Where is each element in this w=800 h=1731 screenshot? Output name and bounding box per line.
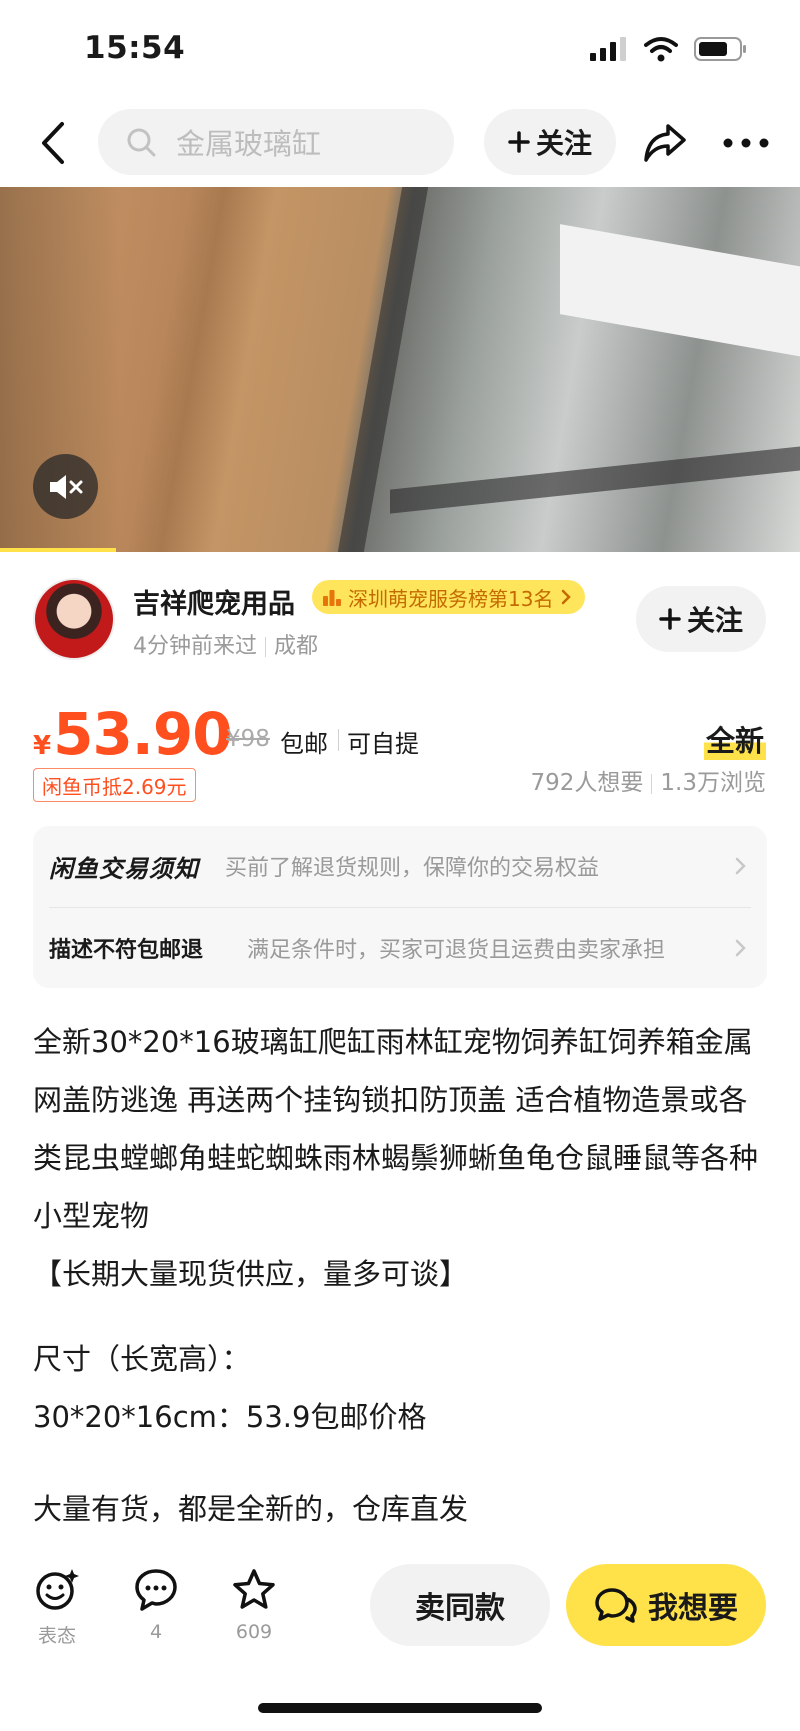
condition-label: 全新 — [703, 718, 766, 760]
more-icon[interactable] — [722, 130, 770, 156]
follow-seller-button[interactable]: 关注 — [636, 586, 766, 652]
free-shipping: 包邮 — [280, 730, 328, 758]
chevron-right-icon — [735, 857, 746, 875]
supply-note: 【长期大量现货供应，量多可谈】 — [33, 1257, 469, 1291]
seller-name[interactable]: 吉祥爬宠用品 — [133, 582, 295, 621]
follow-label: 关注 — [535, 127, 592, 160]
star-icon — [233, 1569, 275, 1609]
wifi-icon — [644, 37, 678, 62]
last-seen: 4分钟前来过 — [133, 634, 257, 659]
seller-location: 成都 — [274, 634, 319, 659]
back-icon[interactable] — [36, 118, 70, 168]
video-progress — [0, 548, 116, 552]
want-label: 我想要 — [648, 1591, 738, 1626]
comment-count: 4 — [149, 1621, 163, 1643]
want-button[interactable]: 我想要 — [566, 1564, 766, 1646]
search-icon — [127, 128, 156, 157]
mute-button[interactable] — [33, 454, 98, 519]
want-count: 792人想要 — [530, 770, 644, 796]
rank-badge[interactable]: 深圳萌宠服务榜第13名 — [312, 580, 586, 614]
emoji-icon — [36, 1569, 79, 1610]
chevron-right-icon — [735, 939, 746, 957]
self-pickup: 可自提 — [347, 730, 419, 758]
size-title: 尺寸（长宽高）： — [33, 1342, 251, 1376]
follow-button-top[interactable]: 关注 — [484, 109, 616, 175]
size-line: 30*20*16cm：53.9包邮价格 — [33, 1400, 427, 1434]
signal-icon — [590, 37, 626, 61]
trade-notice-box: 闲鱼交易须知 买前了解退货规则，保障你的交易权益 描述不符包邮退 满足条件时，买… — [33, 826, 767, 988]
bar-chart-icon — [323, 590, 341, 606]
current-price: ¥ 53.90 — [33, 700, 233, 768]
trade-notice-row[interactable]: 闲鱼交易须知 买前了解退货规则，保障你的交易权益 — [49, 826, 751, 906]
price-value: 53.90 — [53, 700, 232, 768]
view-count: 1.3万浏览 — [660, 770, 766, 796]
follow-seller-label: 关注 — [686, 604, 743, 637]
description-paragraph: 全新30*20*16玻璃缸爬缸雨林缸宠物饲养缸饲养箱金属网盖防逃逸 再送两个挂钩… — [33, 1025, 759, 1233]
plus-icon — [508, 131, 530, 153]
comment-icon — [135, 1569, 177, 1611]
status-icons — [590, 36, 748, 62]
chat-icon — [595, 1588, 637, 1623]
stock-note: 大量有货，都是全新的，仓库直发 — [33, 1492, 469, 1526]
seller-avatar[interactable] — [33, 578, 115, 660]
rank-badge-label: 深圳萌宠服务榜第13名 — [348, 586, 554, 611]
favorite-count: 609 — [235, 1621, 273, 1643]
original-price: ¥98 — [226, 726, 270, 752]
divider — [338, 729, 339, 751]
react-button[interactable]: 表态 — [22, 1567, 92, 1648]
return-policy-title: 描述不符包邮退 — [49, 938, 204, 963]
speaker-muted-icon — [49, 474, 82, 499]
share-icon[interactable] — [640, 118, 690, 168]
trade-notice-title: 闲鱼交易须知 — [49, 854, 199, 883]
coin-discount-badge: 闲鱼币抵2.69元 — [33, 768, 196, 802]
battery-icon — [694, 37, 746, 61]
favorite-button[interactable]: 609 — [219, 1567, 289, 1643]
comment-button[interactable]: 4 — [121, 1567, 191, 1643]
sell-same-button[interactable]: 卖同款 — [370, 1564, 550, 1646]
trade-notice-desc: 买前了解退货规则，保障你的交易权益 — [225, 856, 600, 881]
currency-symbol: ¥ — [33, 731, 52, 761]
chevron-right-icon — [562, 589, 572, 605]
product-description: 全新30*20*16玻璃缸爬缸雨林缸宠物饲养缸饲养箱金属网盖防逃逸 再送两个挂钩… — [33, 1013, 768, 1303]
search-bar[interactable]: 金属玻璃缸 — [98, 109, 454, 175]
react-label: 表态 — [37, 1625, 76, 1647]
home-indicator — [258, 1703, 542, 1713]
seller-meta: 4分钟前来过 成都 — [133, 628, 318, 660]
return-policy-row[interactable]: 描述不符包邮退 满足条件时，买家可退货且运费由卖家承担 — [49, 908, 751, 988]
product-video[interactable] — [0, 187, 800, 552]
status-time: 15:54 — [84, 30, 186, 66]
plus-icon — [659, 608, 681, 630]
search-placeholder: 金属玻璃缸 — [176, 127, 322, 161]
return-policy-desc: 满足条件时，买家可退货且运费由卖家承担 — [247, 938, 666, 963]
item-stats: 792人想要 1.3万浏览 — [531, 763, 766, 797]
